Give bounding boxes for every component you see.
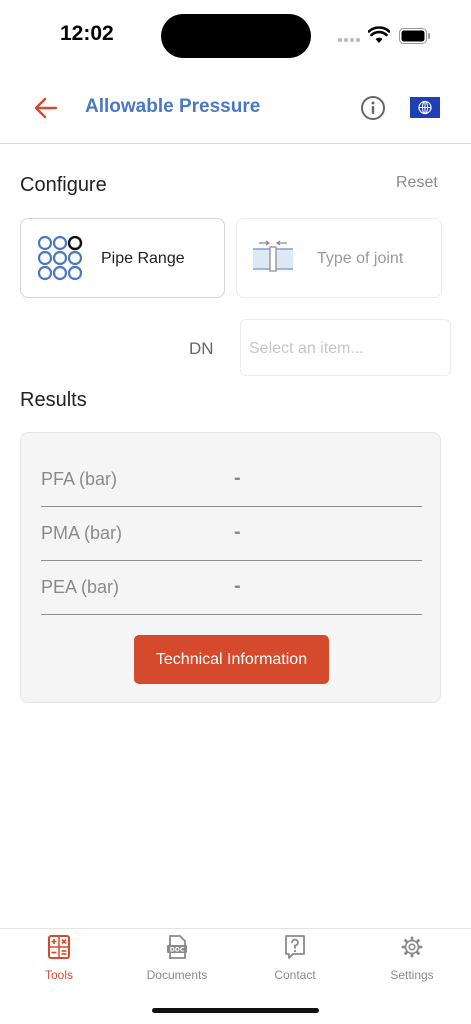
pipe-range-label: Pipe Range [101, 250, 185, 267]
tab-settings[interactable]: Settings [353, 929, 471, 989]
reset-button[interactable]: Reset [396, 174, 438, 192]
language-flag-icon[interactable] [410, 97, 440, 118]
result-label: PEA (bar) [41, 577, 120, 597]
info-icon[interactable] [360, 95, 386, 121]
svg-text:DOC: DOC [170, 946, 185, 953]
calculator-icon [48, 935, 70, 959]
pipe-joint-icon [253, 240, 293, 272]
tab-label: Contact [274, 968, 316, 982]
result-label: PFA (bar) [41, 469, 118, 489]
tab-label: Documents [146, 968, 208, 982]
dynamic-island [161, 14, 311, 58]
result-row-pfa: PFA (bar) - [41, 453, 422, 507]
battery-icon [399, 28, 430, 44]
joint-type-label: Type of joint [317, 250, 404, 267]
result-value: - [234, 575, 241, 597]
tab-tools[interactable]: Tools [0, 929, 118, 989]
results-heading: Results [20, 389, 87, 411]
result-label: PMA (bar) [41, 523, 123, 543]
result-value: - [234, 467, 241, 489]
configure-heading: Configure [20, 174, 107, 196]
page-title: Allowable Pressure [85, 96, 261, 117]
pipe-range-icon [38, 236, 83, 281]
document-icon: DOC [167, 935, 187, 959]
tab-documents[interactable]: DOC Documents [118, 929, 236, 989]
tab-contact[interactable]: Contact [236, 929, 354, 989]
joint-type-card[interactable]: Type of joint [236, 218, 442, 298]
cellular-signal-icon [338, 38, 362, 44]
back-arrow-icon[interactable] [32, 94, 60, 122]
results-panel: PFA (bar) - PMA (bar) - PEA (bar) - Tech… [20, 432, 441, 703]
home-indicator [152, 1008, 319, 1013]
tab-label: Settings [390, 968, 434, 982]
gear-icon [401, 936, 423, 958]
dn-label: DN [189, 339, 214, 358]
help-chat-icon [285, 935, 305, 959]
status-bar: 12:02 [0, 0, 471, 72]
wifi-icon [368, 26, 390, 43]
pipe-range-card[interactable]: Pipe Range [20, 218, 225, 298]
technical-information-button[interactable]: Technical Information [134, 635, 329, 684]
result-row-pea: PEA (bar) - [41, 561, 422, 615]
tab-label: Tools [44, 968, 73, 982]
app-header: Allowable Pressure [0, 72, 471, 144]
result-row-pma: PMA (bar) - [41, 507, 422, 561]
result-value: - [234, 521, 241, 543]
dn-select[interactable]: Select an item... [240, 319, 451, 376]
status-time: 12:02 [60, 22, 114, 45]
